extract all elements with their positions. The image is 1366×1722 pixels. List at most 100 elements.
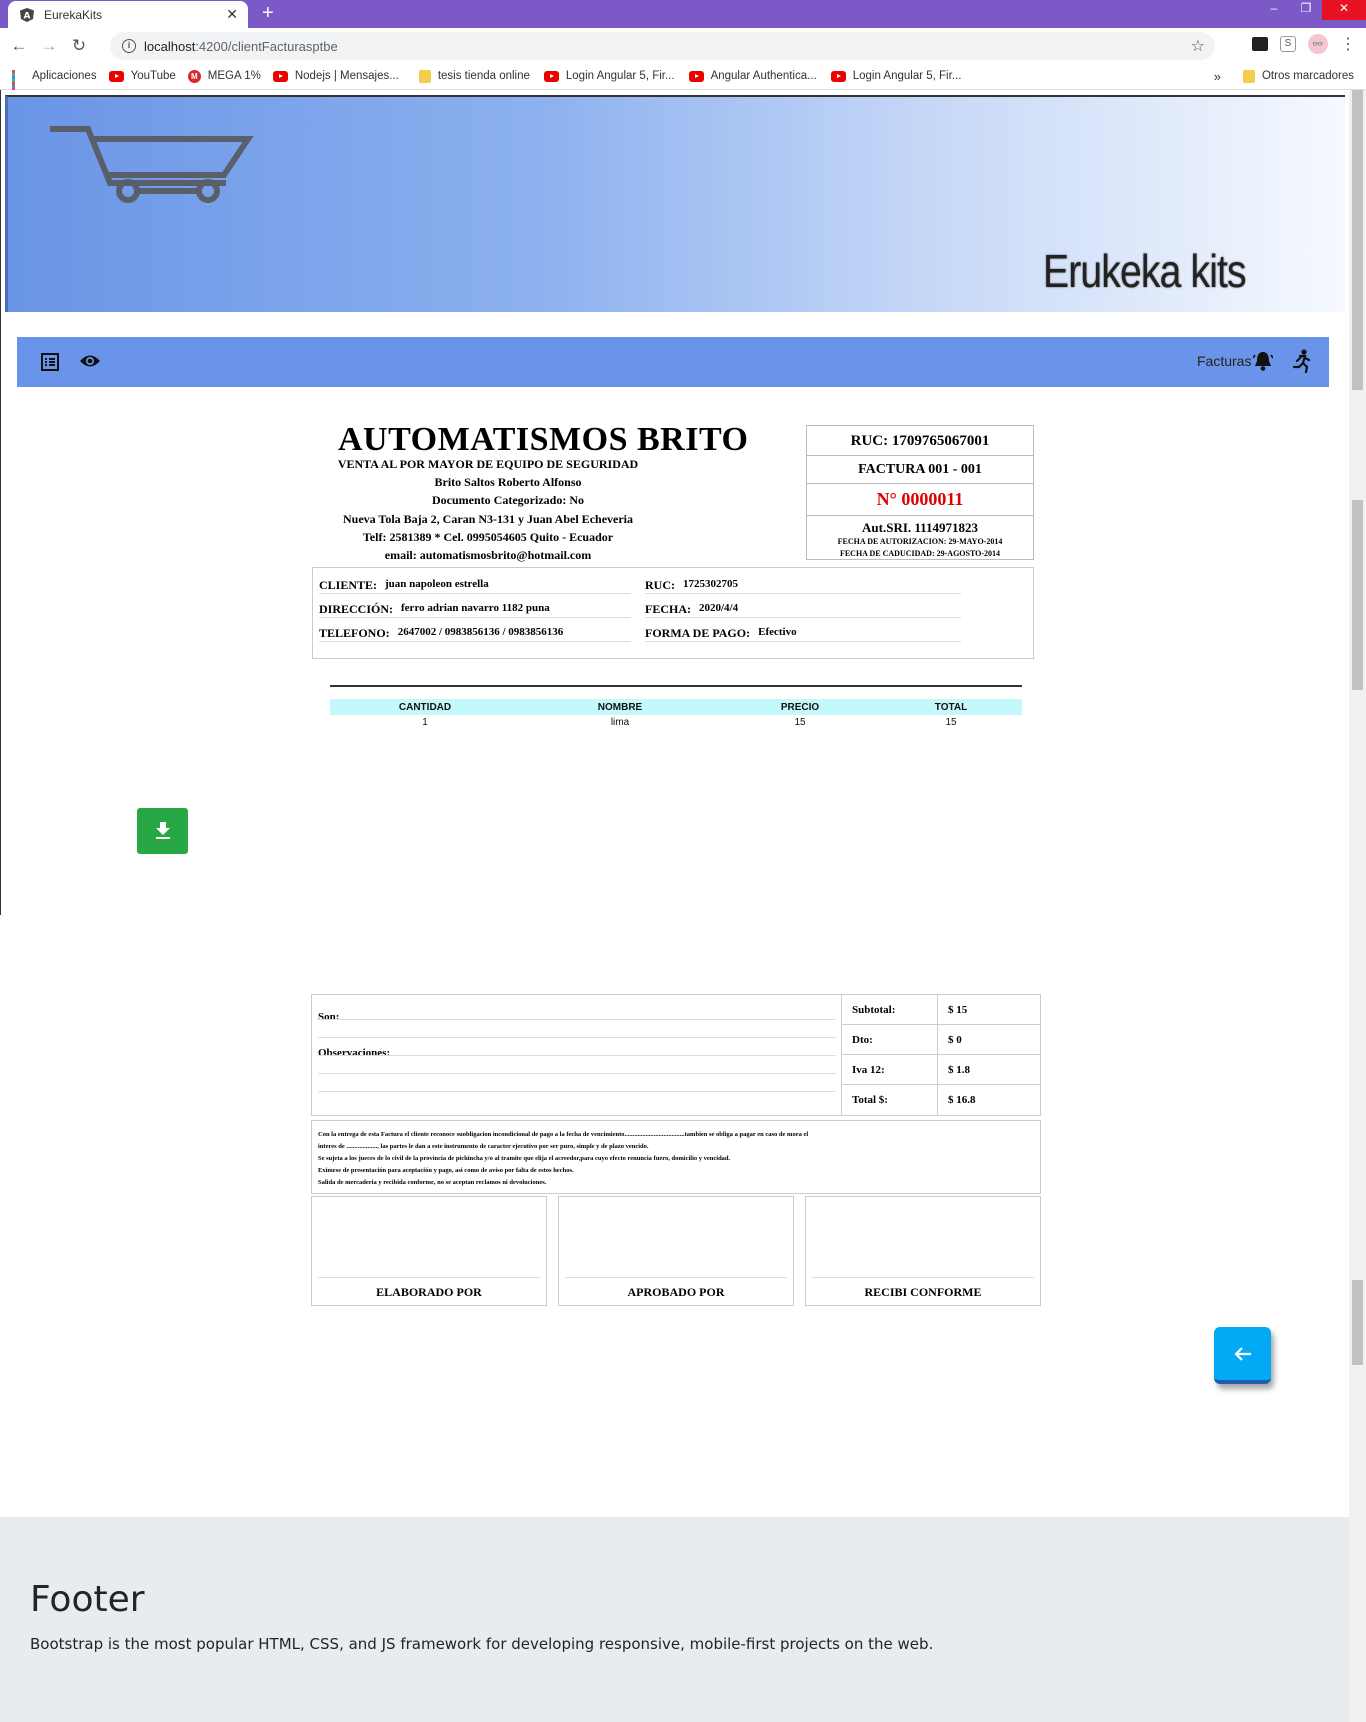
s-extension-icon[interactable]: S <box>1280 36 1296 52</box>
bookmark-item[interactable]: Login Angular 5, Fir... <box>543 70 675 82</box>
angular-icon: A <box>20 7 34 22</box>
signature-box: APROBADO POR <box>558 1196 794 1306</box>
folder-icon <box>418 69 431 83</box>
info-icon[interactable]: i <box>122 39 136 53</box>
arrow-left-icon <box>1233 1346 1251 1361</box>
column-header: PRECIO <box>780 701 820 713</box>
signature-line <box>565 1277 787 1278</box>
ruc-number: RUC: 1709765067001 <box>807 426 1033 456</box>
bell-icon[interactable] <box>1253 350 1273 372</box>
bookmark-item[interactable]: Aplicaciones <box>12 69 97 97</box>
company-category: Documento Categorizado: No <box>432 493 584 507</box>
profile-avatar[interactable]: 👓 <box>1308 34 1328 54</box>
signature-box: ELABORADO POR <box>311 1196 547 1306</box>
bookmark-item[interactable]: Login Angular 5, Fir... <box>830 70 961 82</box>
divider <box>318 1073 836 1074</box>
totals-area: Son: Observaciones: Subtotal: $ 15 Dto: $ … <box>311 994 1041 1116</box>
facturas-link[interactable]: Facturas <box>1197 353 1251 369</box>
forward-arrow-icon[interactable]: → <box>38 36 60 56</box>
divider <box>318 1055 836 1056</box>
table-cell: 15 <box>794 716 806 728</box>
ruc-field: RUC: 1725302705 <box>645 574 961 594</box>
new-tab-button[interactable]: + <box>262 3 274 23</box>
divider <box>318 1091 836 1092</box>
app-navbar: Facturas <box>17 337 1329 387</box>
back-button[interactable] <box>1214 1327 1271 1384</box>
aut-sri: Aut.SRI. 1114971823 <box>862 520 978 535</box>
back-arrow-icon[interactable]: ← <box>8 36 30 56</box>
terms-text: Con la entrega de esta Factura el client… <box>311 1120 1041 1194</box>
divider <box>330 685 1022 687</box>
list-icon[interactable] <box>41 353 59 371</box>
browser-tab[interactable]: A EurekaKits ✕ <box>8 1 248 28</box>
address-field: DIRECCIÓN: ferro adrian navarro 1182 puna <box>319 598 631 618</box>
mega-icon: M <box>187 69 201 83</box>
bookmark-item[interactable]: M MEGA 1% <box>187 69 261 83</box>
apps-icon <box>12 69 25 97</box>
signature-label: ELABORADO POR <box>376 1285 482 1299</box>
company-email: email: automatismosbrito@hotmail.com <box>384 548 592 562</box>
bookmarks-more-button[interactable]: » <box>1214 69 1221 84</box>
scrollbar-thumb[interactable] <box>1352 1280 1363 1365</box>
footer-title: Footer <box>30 1579 145 1620</box>
minimize-button[interactable]: – <box>1258 0 1290 20</box>
notes-area: Son: Observaciones: <box>312 995 842 1115</box>
svg-text:A: A <box>24 11 31 21</box>
page-viewport: Erukeka kits Facturas AUTOMATISMOS BRITO… <box>0 90 1366 1722</box>
observations-label: Observaciones: <box>318 1047 391 1059</box>
url-host: localhost <box>144 38 196 54</box>
column-header: NOMBRE <box>597 701 643 713</box>
authorization-date: FECHA DE AUTORIZACION: 29-MAYO-2014 <box>837 537 1003 546</box>
site-header: Erukeka kits <box>5 95 1345 312</box>
divider <box>318 1019 836 1020</box>
download-icon <box>155 822 170 839</box>
client-info-box: CLIENTE: juan napoleon estrella RUC: 17253… <box>312 567 1034 659</box>
date-field: FECHA: 2020/4/4 <box>645 598 961 618</box>
bookmark-star-icon[interactable]: ☆ <box>1191 36 1205 56</box>
running-person-icon[interactable] <box>1292 349 1312 373</box>
bookmark-item[interactable]: YouTube <box>108 70 176 82</box>
eye-icon[interactable] <box>79 353 101 369</box>
scrollbar-thumb[interactable] <box>1352 500 1363 690</box>
youtube-icon <box>830 70 846 82</box>
browser-toolbar: ← → ↻ i localhost:4200/clientFacturasptb… <box>0 28 1366 63</box>
column-header: CANTIDAD <box>398 701 452 713</box>
scrollbar-thumb[interactable] <box>1352 90 1363 390</box>
download-button[interactable] <box>137 808 188 854</box>
divider <box>318 1037 836 1038</box>
extension-icon[interactable] <box>1252 37 1268 51</box>
youtube-icon <box>108 70 124 82</box>
total-row: Iva 12: $ 1.8 <box>842 1055 1040 1085</box>
table-cell: 1 <box>422 716 428 728</box>
table-cell: lima <box>610 716 630 728</box>
invoice-sheet-bottom: Son: Observaciones: Subtotal: $ 15 Dto: $ … <box>274 952 1068 1337</box>
close-window-button[interactable]: ✕ <box>1322 0 1366 20</box>
company-activity: VENTA AL POR MAYOR DE EQUIPO DE SEGURIDA… <box>337 457 639 471</box>
totals-table: Subtotal: $ 15 Dto: $ 0 Iva 12: $ 1.8 Total… <box>842 995 1040 1115</box>
ruc-box: RUC: 1709765067001 FACTURA 001 - 001 N° … <box>806 425 1034 560</box>
invoice-number: N° 0000011 <box>807 484 1033 516</box>
invoice-sheet: AUTOMATISMOS BRITO VENTA AL POR MAYOR DE… <box>278 407 1068 952</box>
menu-dots-icon[interactable]: ⋮ <box>1340 34 1356 54</box>
close-tab-icon[interactable]: ✕ <box>226 6 238 23</box>
bookmark-item[interactable]: Angular Authentica... <box>688 70 817 82</box>
browser-chrome: A EurekaKits ✕ + – ❐ ✕ ← → ↻ i localhost… <box>0 0 1366 97</box>
other-bookmarks[interactable]: Otros marcadores <box>1242 69 1354 83</box>
reload-icon[interactable]: ↻ <box>68 36 90 56</box>
tab-title: EurekaKits <box>44 7 103 22</box>
bookmark-item[interactable]: Nodejs | Mensajes... <box>272 70 399 82</box>
signature-line <box>318 1277 540 1278</box>
youtube-icon <box>543 70 559 82</box>
company-name: AUTOMATISMOS BRITO <box>338 421 749 458</box>
address-bar[interactable]: i localhost:4200/clientFacturasptbe ☆ <box>110 32 1215 60</box>
divider <box>0 90 1 915</box>
total-row: Dto: $ 0 <box>842 1025 1040 1055</box>
phone-field: TELEFONO: 2647002 / 0983856136 / 09838561… <box>319 622 631 642</box>
footer-text: Bootstrap is the most popular HTML, CSS,… <box>30 1635 934 1653</box>
signature-label: APROBADO POR <box>627 1285 725 1299</box>
expiry-date: FECHA DE CADUCIDAD: 29-AGOSTO-2014 <box>839 549 1001 558</box>
page-scrollbar[interactable] <box>1349 90 1366 1722</box>
signature-box: RECIBI CONFORME <box>805 1196 1041 1306</box>
restore-button[interactable]: ❐ <box>1290 0 1322 20</box>
bookmark-item[interactable]: tesis tienda online <box>418 69 530 83</box>
